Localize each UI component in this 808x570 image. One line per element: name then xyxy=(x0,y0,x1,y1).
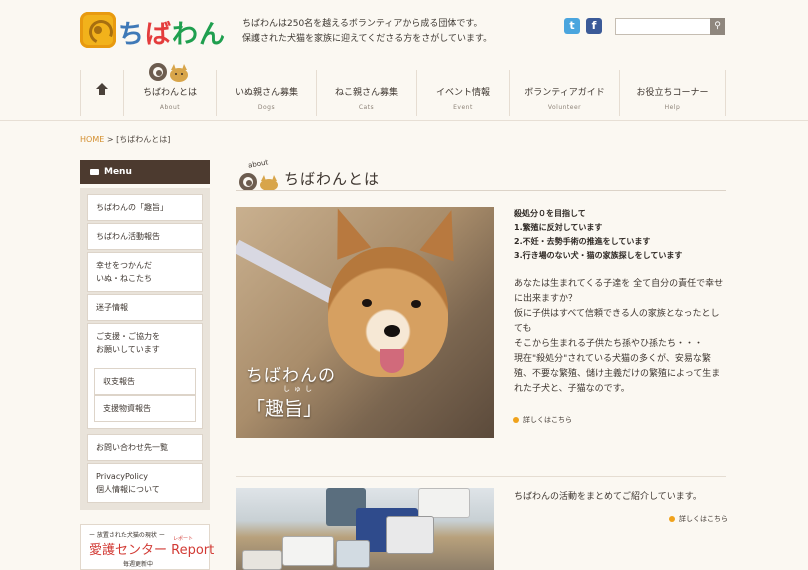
sidebar-subitem-supplies-report[interactable]: 支援物資報告 xyxy=(94,395,196,422)
dog-tongue xyxy=(380,349,404,373)
shiba-dog-photo[interactable]: ちばわんの しゅし 「趣旨」 xyxy=(236,207,494,438)
dog-ear xyxy=(419,207,469,262)
social-links: t f xyxy=(564,18,604,34)
nav-label: ちばわんとは xyxy=(142,88,197,98)
about-title-icon xyxy=(238,169,280,192)
nav-item-help[interactable]: お役立ちコーナー Help xyxy=(620,70,726,116)
activity-summary-text: ちばわんの活動をまとめてご紹介しています。 xyxy=(514,492,702,502)
nav-sublabel: Cats xyxy=(358,104,375,111)
twitter-icon[interactable]: t xyxy=(564,18,580,34)
nav-item-dogs[interactable]: いぬ親さん募集 Dogs xyxy=(217,70,317,116)
mission-item: 殺処分０を目指して xyxy=(514,209,586,218)
search-icon[interactable]: ⚲ xyxy=(710,18,725,35)
nav-sublabel: Help xyxy=(664,104,681,111)
logo-text: ちばわん xyxy=(118,20,227,50)
nav-item-volunteer[interactable]: ボランティアガイド Volunteer xyxy=(510,70,620,116)
sidebar-item-label: お問い合わせ先一覧 xyxy=(96,443,168,452)
sidebar-item-contacts[interactable]: お問い合わせ先一覧 xyxy=(87,434,203,461)
nav-item-event[interactable]: イベント情報 Event xyxy=(417,70,510,116)
banner-line3: 毎週更新中 xyxy=(123,561,154,568)
sidebar-item-label: 迷子情報 xyxy=(96,303,128,312)
sidebar-item-purpose[interactable]: ちばわんの「趣旨」 xyxy=(87,194,203,221)
dog-eye xyxy=(362,299,372,307)
sidebar-item-label: ご支援・ご協力を お願いしています xyxy=(96,332,160,354)
sidebar-item-label: ちばわん活動報告 xyxy=(96,232,160,241)
mission-list: 殺処分０を目指して 1.繁殖に反対しています 2.不妊・去勢手術の推進をしていま… xyxy=(514,207,726,263)
logo-mark-icon xyxy=(80,12,116,48)
nav-sublabel: Event xyxy=(453,104,473,111)
sidebar-item-privacy[interactable]: PrivacyPolicy 個人情報について xyxy=(87,463,203,503)
nav-home[interactable] xyxy=(80,70,124,116)
nav-label: いぬ親さん募集 xyxy=(234,88,298,98)
intro-line: 保護された犬猫を家族に迎えてくださる方をさがしています。 xyxy=(242,34,493,44)
read-more-link[interactable]: 詳しくはこちら xyxy=(513,415,572,425)
nav-label: イベント情報 xyxy=(435,88,490,98)
sidebar-menu: ちばわんの「趣旨」 ちばわん活動報告 幸せをつかんだ いぬ・ねこたち 迷子情報 … xyxy=(80,188,210,510)
mission-item: 1.繁殖に反対しています xyxy=(514,223,603,232)
banner-title: 愛護センター Report xyxy=(89,543,215,558)
sidebar-item-label: ちばわんの「趣旨」 xyxy=(96,203,168,212)
sidebar-item-label: PrivacyPolicy 個人情報について xyxy=(96,472,160,494)
nav-label: ねこ親さん募集 xyxy=(334,88,398,98)
sidebar-item-label: 支援物資報告 xyxy=(103,404,151,413)
breadcrumb-home[interactable]: HOME xyxy=(80,135,104,144)
aigo-center-report-banner[interactable]: ー 放置された犬猫の現状 ー 愛護センター Report レポート 毎週更新中 xyxy=(80,524,214,570)
nav-sublabel: Dogs xyxy=(257,104,276,111)
sidebar-item-label: 収支報告 xyxy=(103,377,135,386)
sidebar-header: Menu xyxy=(80,160,210,184)
sidebar-item-happy-pets[interactable]: 幸せをつかんだ いぬ・ねこたち xyxy=(87,252,203,292)
title-divider xyxy=(236,190,726,191)
about-tag: about xyxy=(247,158,269,170)
nav-item-about[interactable]: ちばわんとは About xyxy=(124,70,217,116)
mission-item: 2.不妊・去勢手術の推進をしています xyxy=(514,237,651,246)
purpose-text: あなたは生まれてくる子達を 全て自分の責任で幸せに出来ますか？ 仮に子供はすべて… xyxy=(514,279,724,394)
banner-ruby: レポート xyxy=(173,536,194,542)
sidebar-item-activity-report[interactable]: ちばわん活動報告 xyxy=(87,223,203,250)
header-divider xyxy=(0,120,808,121)
nav-sublabel: Volunteer xyxy=(547,104,582,111)
dog-eye xyxy=(411,300,421,308)
mission-item: 3.行き場のない犬・猫の家族探しをしています xyxy=(514,251,683,260)
read-more-link[interactable]: 詳しくはこちら xyxy=(669,514,728,524)
sidebar-header-label: Menu xyxy=(104,167,132,177)
site-intro: ちばわんは250名を越えるボランティアから成る団体です。 保護された犬猫を家族に… xyxy=(242,17,502,47)
global-nav: ちばわんとは About いぬ親さん募集 Dogs ねこ親さん募集 Cats イ… xyxy=(80,70,726,116)
nav-label: お役立ちコーナー xyxy=(636,88,709,98)
site-logo[interactable]: ちばわん xyxy=(80,12,230,50)
sidebar-item-lost-pets[interactable]: 迷子情報 xyxy=(87,294,203,321)
search-input[interactable] xyxy=(615,18,711,35)
nav-item-cats[interactable]: ねこ親さん募集 Cats xyxy=(317,70,417,116)
sidebar-item-label: 幸せをつかんだ いぬ・ねこたち xyxy=(96,261,152,283)
banner-line1: ー 放置された犬猫の現状 ー xyxy=(89,532,165,539)
breadcrumb: HOME > [ちばわんとは] xyxy=(80,134,170,145)
facebook-icon[interactable]: f xyxy=(586,18,602,34)
sidebar-subitem-financial-report[interactable]: 収支報告 xyxy=(94,368,196,395)
nav-label: ボランティアガイド xyxy=(524,88,605,98)
page-title: ちばわんとは xyxy=(284,170,381,188)
home-icon xyxy=(96,83,108,97)
nav-sublabel: About xyxy=(159,104,181,111)
pet-carriers-photo[interactable] xyxy=(236,488,494,570)
photo-caption-ruby: しゅし xyxy=(283,385,316,393)
breadcrumb-separator: > xyxy=(106,135,114,144)
breadcrumb-current: [ちばわんとは] xyxy=(116,135,171,144)
photo-caption-title: 「趣旨」 xyxy=(246,398,323,420)
intro-line: ちばわんは250名を越えるボランティアから成る団体です。 xyxy=(242,19,483,29)
section-divider xyxy=(236,476,726,477)
dog-nose xyxy=(384,325,400,337)
photo-caption: ちばわんの xyxy=(246,366,336,386)
